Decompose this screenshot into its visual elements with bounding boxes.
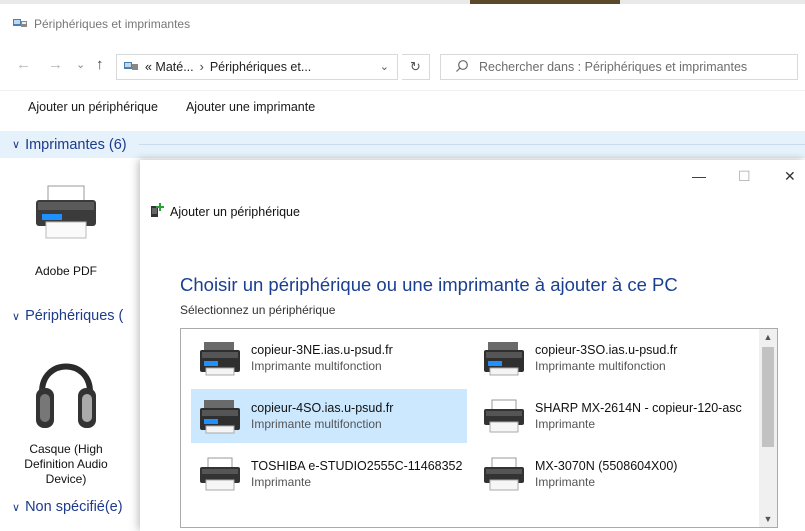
search-input[interactable]: Rechercher dans : Périphériques et impri…: [440, 54, 798, 80]
device-type: Imprimante: [251, 475, 312, 489]
device-type: Imprimante: [535, 417, 596, 431]
top-strip: [0, 0, 805, 4]
dialog-subtitle: Sélectionnez un périphérique: [180, 303, 336, 317]
chevron-down-icon[interactable]: ∨: [12, 311, 20, 323]
chevron-down-icon[interactable]: ⌄: [380, 60, 389, 73]
list-item[interactable]: copieur-3NE.ias.u-psud.fr Imprimante mul…: [191, 331, 467, 385]
list-item[interactable]: SHARP MX-2614N - copieur-120-asc Imprima…: [475, 389, 751, 443]
dialog-heading: Choisir un périphérique ou une imprimant…: [180, 274, 678, 295]
window-titlebar: Périphériques et imprimantes: [0, 12, 805, 36]
tile-label: Adobe PDF: [34, 264, 98, 278]
vertical-scrollbar[interactable]: ▲ ▼: [759, 329, 777, 527]
up-arrow-icon[interactable]: ↑: [96, 56, 104, 73]
device-type: Imprimante multifonction: [251, 417, 382, 431]
breadcrumb-item[interactable]: Périphériques et...: [210, 60, 311, 74]
mfp-printer-icon: [481, 340, 527, 376]
chevron-down-icon[interactable]: ∨: [12, 502, 20, 514]
refresh-button[interactable]: ↻: [402, 54, 430, 80]
add-device-dialog: — ☐ ✕ Ajouter un périphérique Choisir un…: [140, 160, 805, 531]
list-item[interactable]: copieur-4SO.ias.u-psud.fr Imprimante mul…: [191, 389, 467, 443]
printer-icon: [197, 456, 243, 492]
search-icon: [455, 59, 469, 76]
minimize-button[interactable]: —: [692, 168, 706, 184]
device-name: copieur-3NE.ias.u-psud.fr: [251, 343, 393, 357]
scroll-up-icon[interactable]: ▲: [759, 332, 777, 342]
close-button[interactable]: ✕: [784, 168, 796, 185]
scrollbar-thumb[interactable]: [762, 347, 774, 447]
breadcrumb-item[interactable]: « Maté...: [145, 60, 194, 74]
scroll-down-icon[interactable]: ▼: [759, 514, 777, 524]
list-item[interactable]: copieur-3SO.ias.u-psud.fr Imprimante mul…: [475, 331, 751, 385]
recent-dropdown-icon[interactable]: ⌄: [76, 58, 85, 71]
device-type: Imprimante multifonction: [251, 359, 382, 373]
device-name: MX-3070N (5508604X00): [535, 459, 678, 473]
device-name: copieur-4SO.ias.u-psud.fr: [251, 401, 394, 415]
left-pane: Adobe PDF ∨ Périphériques ( Casque (High …: [0, 158, 140, 531]
dialog-title: Ajouter un périphérique: [150, 202, 300, 221]
add-printer-button[interactable]: Ajouter une imprimante: [186, 100, 315, 114]
device-name: TOSHIBA e-STUDIO2555C-11468352: [251, 459, 463, 473]
group-header-label: Imprimantes (6): [25, 136, 127, 153]
tile-label: Definition Audio: [24, 457, 108, 471]
back-arrow-icon[interactable]: ←: [16, 56, 31, 73]
mfp-printer-icon: [197, 340, 243, 376]
tile-label: Casque (High: [29, 442, 103, 456]
location-icon: [123, 59, 139, 76]
printer-icon: [481, 456, 527, 492]
navigation-bar: ← → ⌄ ↑ « Maté... › Périphériques et... …: [0, 48, 805, 82]
maximize-button[interactable]: ☐: [738, 168, 751, 185]
mfp-printer-icon: [197, 398, 243, 434]
add-device-icon: [150, 202, 164, 221]
add-device-button[interactable]: Ajouter un périphérique: [28, 100, 158, 114]
address-bar[interactable]: « Maté... › Périphériques et... ⌄: [116, 54, 398, 80]
tile-label: Device): [45, 472, 87, 486]
printer-icon: [34, 184, 98, 245]
device-name: copieur-3SO.ias.u-psud.fr: [535, 343, 678, 357]
dialog-title-text: Ajouter un périphérique: [170, 204, 300, 219]
device-tile-headset[interactable]: Casque (High Definition Audio Device): [0, 336, 140, 486]
list-item[interactable]: MX-3070N (5508604X00) Imprimante: [475, 447, 751, 501]
group-header-label: Non spécifié(e): [25, 499, 123, 515]
window-title: Périphériques et imprimantes: [34, 17, 191, 31]
divider: [138, 144, 805, 145]
group-header-label: Périphériques (: [25, 308, 124, 324]
device-type: Imprimante: [535, 475, 596, 489]
device-list[interactable]: copieur-3NE.ias.u-psud.fr Imprimante mul…: [180, 328, 778, 528]
printer-icon: [481, 398, 527, 434]
chevron-down-icon[interactable]: ∨: [12, 138, 20, 151]
headphones-icon: [34, 342, 98, 439]
printer-tile-adobe-pdf[interactable]: Adobe PDF: [0, 158, 140, 288]
refresh-icon: ↻: [410, 59, 421, 74]
breadcrumb-separator: ›: [199, 60, 204, 74]
device-type: Imprimante multifonction: [535, 359, 666, 373]
devices-printers-icon: [12, 16, 28, 33]
list-item[interactable]: TOSHIBA e-STUDIO2555C-11468352 Imprimant…: [191, 447, 467, 501]
search-placeholder: Rechercher dans : Périphériques et impri…: [479, 60, 748, 74]
device-name: SHARP MX-2614N - copieur-120-asc: [535, 401, 742, 415]
command-bar: Ajouter un périphérique Ajouter une impr…: [0, 90, 805, 122]
group-header-unspecified[interactable]: ∨ Non spécifié(e): [12, 499, 123, 515]
group-header-printers[interactable]: ∨ Imprimantes (6): [0, 131, 805, 158]
group-header-devices[interactable]: ∨ Périphériques (: [12, 308, 123, 324]
forward-arrow-icon[interactable]: →: [48, 56, 63, 73]
